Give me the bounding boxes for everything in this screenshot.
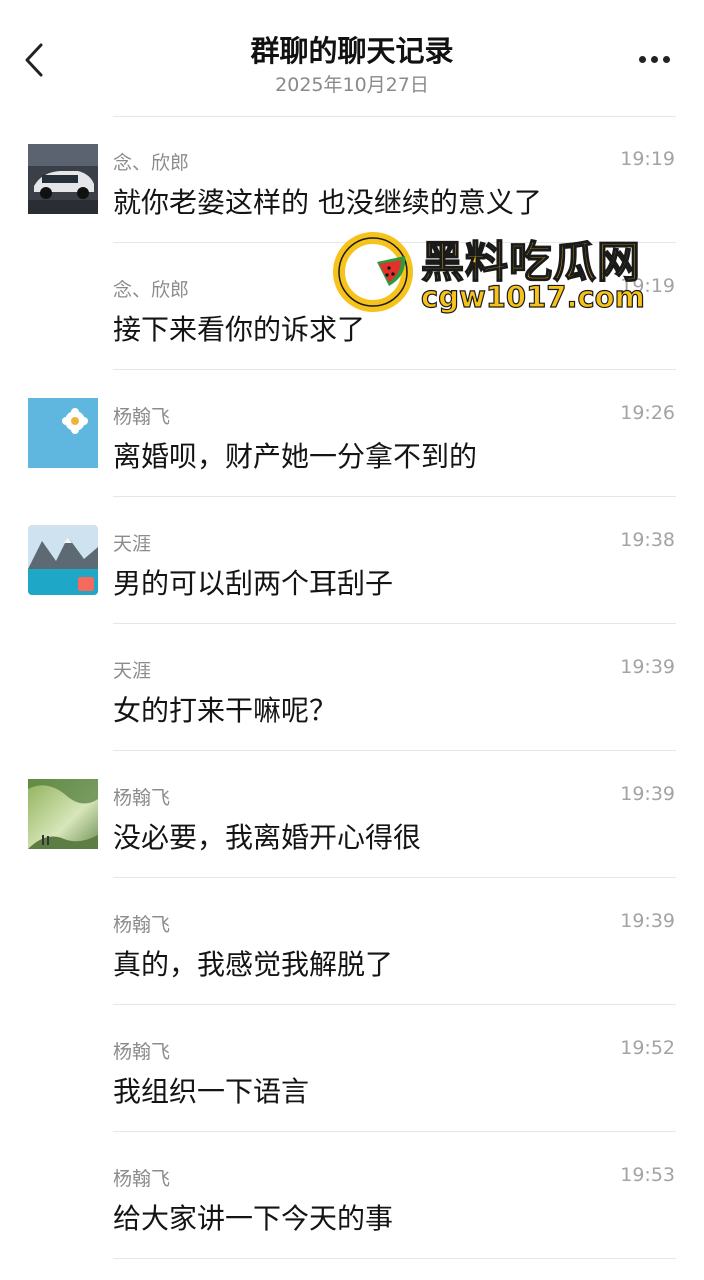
car-photo-image bbox=[28, 144, 98, 214]
avatar[interactable] bbox=[28, 779, 98, 849]
message-text: 就你老婆这样的 也没继续的意义了 bbox=[113, 186, 542, 219]
message-text: 我组织一下语言 bbox=[113, 1075, 310, 1108]
list-item[interactable]: 天涯 19:38 男的可以刮两个耳刮子 bbox=[0, 497, 704, 624]
sender-name: 念、欣郎 bbox=[113, 279, 190, 301]
message-time: 19:39 bbox=[620, 783, 675, 805]
message-text: 接下来看你的诉求了 bbox=[113, 313, 366, 346]
message-time: 19:39 bbox=[620, 910, 675, 932]
list-item[interactable]: 杨翰飞 19:39 真的，我感觉我解脱了 bbox=[0, 878, 704, 1005]
message-time: 19:19 bbox=[620, 275, 675, 297]
avatar[interactable] bbox=[28, 144, 98, 214]
list-item[interactable]: 念、欣郎 19:19 接下来看你的诉求了 bbox=[0, 243, 704, 370]
sender-name: 天涯 bbox=[113, 660, 152, 682]
sender-name: 杨翰飞 bbox=[113, 406, 171, 428]
flower-avatar-image bbox=[28, 398, 98, 468]
message-text: 男的可以刮两个耳刮子 bbox=[113, 567, 394, 600]
list-item[interactable]: 杨翰飞 19:53 给大家讲一下今天的事 bbox=[0, 1132, 704, 1259]
green-landscape-image bbox=[28, 779, 98, 849]
message-text: 没必要，我离婚开心得很 bbox=[113, 821, 422, 854]
message-time: 19:26 bbox=[620, 402, 675, 424]
sender-name: 念、欣郎 bbox=[113, 152, 190, 174]
sender-name: 杨翰飞 bbox=[113, 1041, 171, 1063]
avatar[interactable] bbox=[28, 525, 98, 595]
avatar[interactable] bbox=[28, 398, 98, 468]
message-time: 19:19 bbox=[620, 148, 675, 170]
message-text: 离婚呗，财产她一分拿不到的 bbox=[113, 440, 478, 473]
sender-name: 天涯 bbox=[113, 533, 152, 555]
list-item[interactable]: 杨翰飞 19:52 我组织一下语言 bbox=[0, 1005, 704, 1132]
list-item[interactable]: 念、欣郎 19:19 就你老婆这样的 也没继续的意义了 bbox=[0, 116, 704, 243]
message-text: 给大家讲一下今天的事 bbox=[113, 1202, 394, 1235]
message-text: 真的，我感觉我解脱了 bbox=[113, 948, 394, 981]
sender-name: 杨翰飞 bbox=[113, 914, 171, 936]
divider bbox=[113, 1258, 676, 1259]
message-time: 19:53 bbox=[620, 1164, 675, 1186]
mountain-lake-image bbox=[28, 525, 98, 595]
list-item[interactable]: 杨翰飞 19:39 没必要，我离婚开心得很 bbox=[0, 751, 704, 878]
message-text: 女的打来干嘛呢？ bbox=[113, 694, 338, 727]
list-item[interactable]: 天涯 19:39 女的打来干嘛呢？ bbox=[0, 624, 704, 751]
page-title: 群聊的聊天记录 bbox=[250, 34, 454, 68]
nav-header: 群聊的聊天记录 2025年10月27日 bbox=[0, 0, 704, 110]
message-time: 19:38 bbox=[620, 529, 675, 551]
sender-name: 杨翰飞 bbox=[113, 787, 171, 809]
page-date: 2025年10月27日 bbox=[275, 74, 429, 96]
more-options-icon[interactable] bbox=[636, 54, 672, 66]
message-time: 19:39 bbox=[620, 656, 675, 678]
list-item[interactable]: 杨翰飞 19:26 离婚呗，财产她一分拿不到的 bbox=[0, 370, 704, 497]
message-time: 19:52 bbox=[620, 1037, 675, 1059]
sender-name: 杨翰飞 bbox=[113, 1168, 171, 1190]
